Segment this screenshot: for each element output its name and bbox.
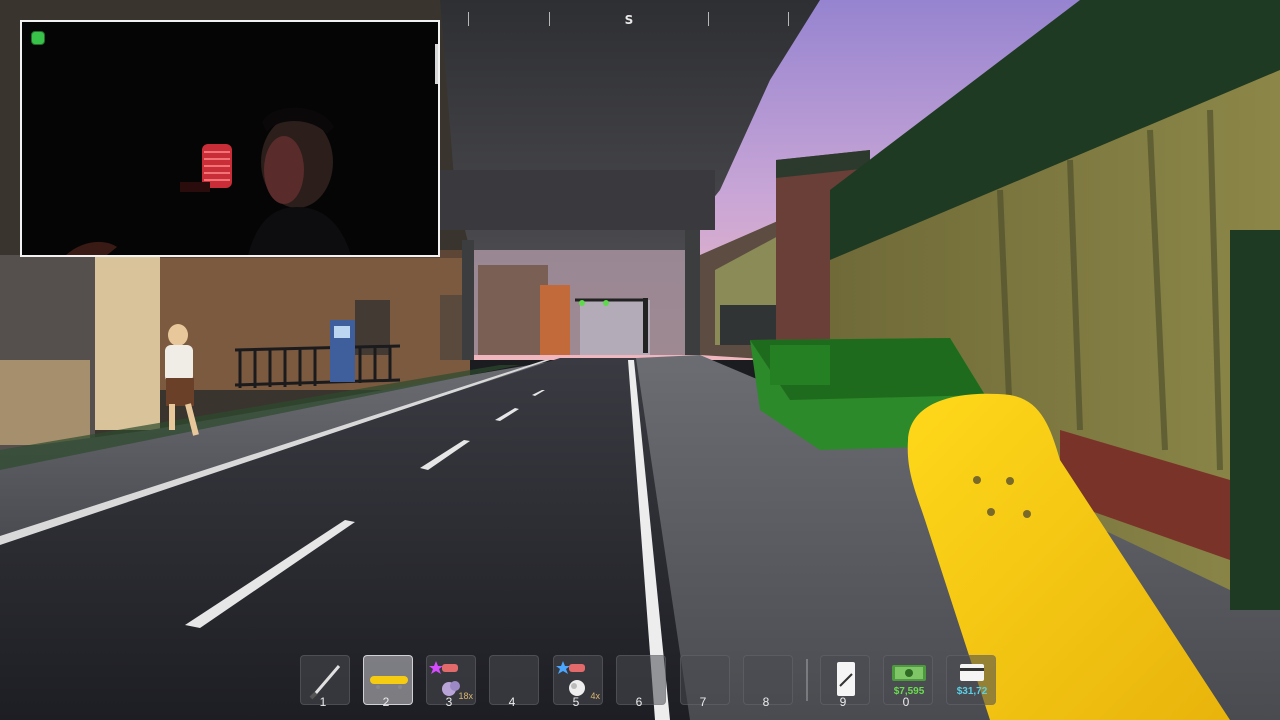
compass-tick bbox=[549, 12, 550, 26]
compass-tick bbox=[708, 12, 709, 26]
slot-number: 1 bbox=[319, 695, 327, 709]
slot-number: 7 bbox=[699, 695, 707, 709]
inventory-hotbar: 1 2 18x 3 4 4x 5 6 7 8 9 $7,595 0 $31,72 bbox=[298, 655, 998, 711]
hotbar-divider bbox=[806, 659, 808, 701]
webcam-feed bbox=[22, 22, 438, 255]
compass-bar: S bbox=[468, 12, 790, 28]
hotbar-slot-bank[interactable]: $31,72 bbox=[946, 655, 996, 705]
slot-number: 2 bbox=[382, 695, 390, 709]
slot-number: 9 bbox=[839, 695, 847, 709]
slot-number: 0 bbox=[902, 695, 910, 709]
slot-number: 5 bbox=[572, 695, 580, 709]
recording-indicator bbox=[31, 31, 45, 45]
compass-tick bbox=[788, 12, 789, 26]
webcam-overlay bbox=[20, 20, 440, 257]
bank-balance: $31,72 bbox=[956, 686, 988, 697]
slot-number: 6 bbox=[635, 695, 643, 709]
slot-number: 8 bbox=[762, 695, 770, 709]
compass-tick bbox=[468, 12, 469, 26]
slot-number: 3 bbox=[445, 695, 453, 709]
compass-heading: S bbox=[624, 13, 634, 27]
bank-card-icon bbox=[960, 664, 984, 681]
slot-number: 4 bbox=[508, 695, 516, 709]
